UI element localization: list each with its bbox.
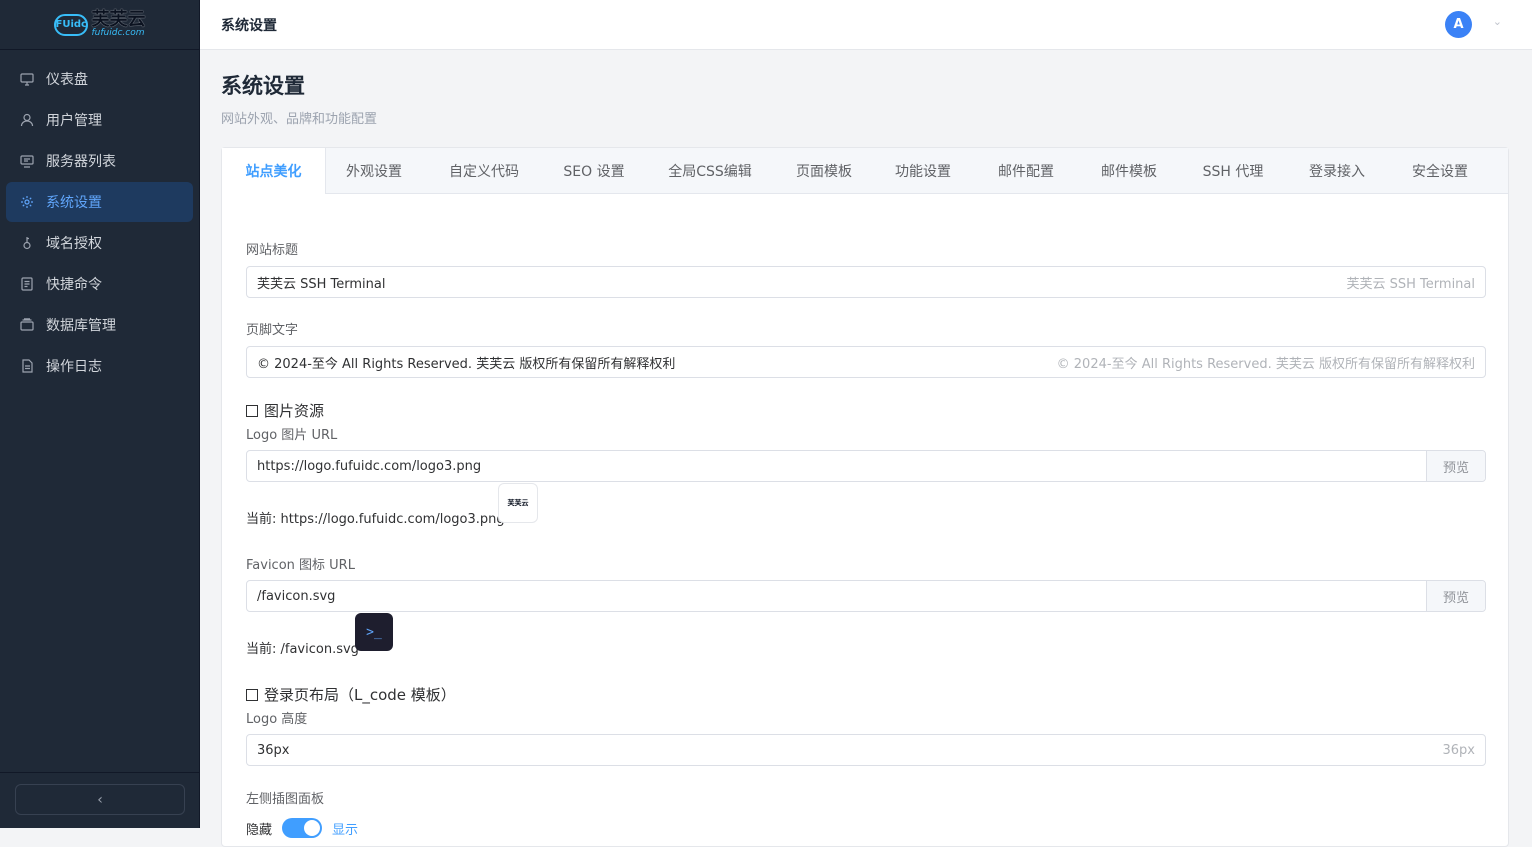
- logo-height-label: Logo 高度: [246, 712, 308, 727]
- topbar: 系统设置 A ⌄: [200, 0, 1532, 50]
- sidebar-item-quick-commands[interactable]: 快捷命令: [6, 264, 193, 304]
- page-subtitle: 网站外观、品牌和功能配置: [221, 112, 378, 127]
- brand-logo[interactable]: FUidc 芙芙云 fufuidc.com: [0, 0, 199, 50]
- tab-login-integration[interactable]: 登录接入: [1284, 148, 1390, 193]
- logo-cn: 芙芙云: [91, 9, 146, 30]
- avatar[interactable]: A: [1445, 11, 1472, 38]
- page-title: 系统设置: [221, 74, 305, 98]
- sidebar-item-label: 系统设置: [46, 195, 102, 211]
- favicon-preview-button[interactable]: 预览: [1426, 581, 1485, 611]
- site-title-input[interactable]: 芙芙云 SSH Terminal 芙芙云 SSH Terminal: [246, 266, 1486, 298]
- tab-global-css[interactable]: 全局CSS编辑: [642, 148, 778, 193]
- toggle-on-label: 显示: [332, 822, 359, 838]
- sidebar-item-database[interactable]: 数据库管理: [6, 305, 193, 345]
- sidebar-item-label: 用户管理: [46, 113, 102, 129]
- sidebar-item-domain-license[interactable]: 域名授权: [6, 223, 193, 263]
- sidebar-item-label: 数据库管理: [46, 318, 116, 334]
- sidebar-footer: ‹: [0, 772, 200, 828]
- settings-tabs: 站点美化 外观设置 自定义代码 SEO 设置 全局CSS编辑 页面模板 功能设置…: [222, 148, 1508, 194]
- logo-thumbnail: 芙芙云: [498, 483, 538, 523]
- cloud-logo-icon: FUidc: [53, 13, 88, 36]
- image-icon: [246, 688, 258, 701]
- page-header: 系统设置 网站外观、品牌和功能配置: [221, 70, 377, 127]
- server-icon: [20, 154, 34, 168]
- sidebar-item-label: 仪表盘: [46, 72, 88, 88]
- settings-card: 站点美化 外观设置 自定义代码 SEO 设置 全局CSS编辑 页面模板 功能设置…: [221, 147, 1509, 847]
- tab-appearance[interactable]: 外观设置: [326, 148, 422, 193]
- image-section-title: 图片资源: [246, 400, 324, 421]
- logo-en: fufuidc.com: [91, 28, 145, 38]
- logo-preview-button[interactable]: 预览: [1426, 451, 1485, 481]
- logo-url-value: https://logo.fufuidc.com/logo3.png: [257, 458, 482, 474]
- site-title-value: 芙芙云 SSH Terminal: [257, 276, 386, 292]
- left-panel-toggle-row: 隐藏 显示: [246, 818, 358, 838]
- logo-height-input[interactable]: 36px 36px: [246, 734, 1486, 766]
- favicon-current-text: 当前: /favicon.svg: [246, 642, 359, 657]
- gear-icon: [20, 195, 34, 209]
- tab-site-beautify[interactable]: 站点美化: [222, 148, 326, 194]
- tab-mail-config[interactable]: 邮件配置: [976, 148, 1076, 193]
- database-icon: [20, 318, 34, 332]
- sidebar-item-settings[interactable]: 系统设置: [6, 182, 193, 222]
- sidebar-item-operation-logs[interactable]: 操作日志: [6, 346, 193, 386]
- logo-text: 芙芙云 fufuidc.com: [92, 11, 146, 38]
- sidebar-nav: 仪表盘 用户管理 服务器列表 系统设置 域名授权 快捷命令 数据库管理 操作日志: [0, 50, 199, 386]
- footer-text-label: 页脚文字: [246, 323, 299, 338]
- logo-url-label: Logo 图片 URL: [246, 428, 338, 443]
- sidebar: FUidc 芙芙云 fufuidc.com 仪表盘 用户管理 服务器列表 系统设…: [0, 0, 200, 828]
- chevron-down-icon[interactable]: ⌄: [1493, 15, 1502, 28]
- key-icon: [20, 236, 34, 250]
- site-title-label: 网站标题: [246, 243, 299, 258]
- favicon-url-label: Favicon 图标 URL: [246, 558, 355, 573]
- toggle-off-label: 隐藏: [246, 822, 273, 838]
- sidebar-item-dashboard[interactable]: 仪表盘: [6, 59, 193, 99]
- sidebar-item-label: 操作日志: [46, 359, 102, 375]
- image-icon: [246, 404, 258, 417]
- tab-security[interactable]: 安全设置: [1390, 148, 1490, 193]
- favicon-url-value: /favicon.svg: [257, 588, 336, 604]
- login-layout-section-label: 登录页布局（L_code 模板）: [264, 686, 456, 704]
- logo-current-text: 当前: https://logo.fufuidc.com/logo3.png: [246, 512, 505, 527]
- tab-page-templates[interactable]: 页面模板: [778, 148, 870, 193]
- tab-ssh-proxy[interactable]: SSH 代理: [1182, 148, 1284, 193]
- favicon-url-input[interactable]: /favicon.svg 预览: [246, 580, 1486, 612]
- logo-badge: FUidc 芙芙云 fufuidc.com: [53, 11, 146, 38]
- tab-features[interactable]: 功能设置: [870, 148, 976, 193]
- log-icon: [20, 359, 34, 373]
- sidebar-item-label: 服务器列表: [46, 154, 116, 170]
- sidebar-item-servers[interactable]: 服务器列表: [6, 141, 193, 181]
- collapse-sidebar-button[interactable]: ‹: [15, 784, 185, 815]
- tab-custom-code[interactable]: 自定义代码: [422, 148, 546, 193]
- footer-text-input[interactable]: © 2024-至今 All Rights Reserved. 芙芙云 版权所有保…: [246, 346, 1486, 378]
- user-icon: [20, 113, 34, 127]
- login-layout-section-title: 登录页布局（L_code 模板）: [246, 684, 456, 705]
- tab-mail-templates[interactable]: 邮件模板: [1076, 148, 1182, 193]
- footer-text-placeholder: © 2024-至今 All Rights Reserved. 芙芙云 版权所有保…: [1056, 356, 1475, 372]
- site-title-placeholder: 芙芙云 SSH Terminal: [1346, 276, 1475, 292]
- logo-height-value: 36px: [257, 742, 290, 758]
- tab-seo[interactable]: SEO 设置: [546, 148, 642, 193]
- terminal-favicon-icon: >_: [355, 613, 393, 651]
- left-panel-switch[interactable]: [282, 818, 323, 838]
- sidebar-item-users[interactable]: 用户管理: [6, 100, 193, 140]
- monitor-icon: [20, 72, 34, 86]
- footer-text-value: © 2024-至今 All Rights Reserved. 芙芙云 版权所有保…: [257, 356, 676, 372]
- document-icon: [20, 277, 34, 291]
- chevron-left-icon: ‹: [97, 791, 103, 808]
- left-panel-label: 左侧插图面板: [246, 792, 325, 807]
- logo-url-input[interactable]: https://logo.fufuidc.com/logo3.png 预览: [246, 450, 1486, 482]
- sidebar-item-label: 域名授权: [46, 236, 102, 252]
- logo-height-placeholder: 36px: [1442, 742, 1476, 758]
- topbar-title: 系统设置: [221, 17, 277, 34]
- image-section-label: 图片资源: [264, 402, 325, 420]
- sidebar-item-label: 快捷命令: [46, 277, 102, 293]
